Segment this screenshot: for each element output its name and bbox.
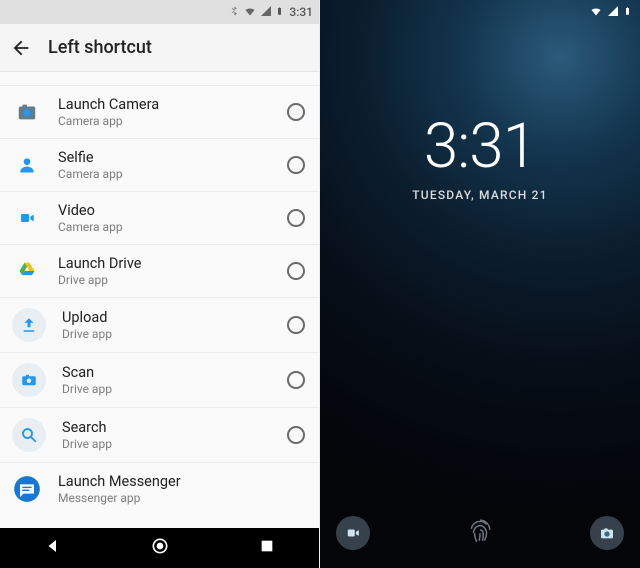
shortcut-list: Launch Camera Camera app Selfie Camera a… (0, 72, 319, 528)
signal-icon (607, 5, 619, 20)
item-title: Launch Camera (58, 96, 271, 113)
radio-button[interactable] (287, 316, 305, 334)
radio-button[interactable] (287, 156, 305, 174)
item-labels: Launch Drive Drive app (58, 255, 271, 287)
item-labels: Search Drive app (62, 419, 271, 451)
item-title: Selfie (58, 149, 271, 166)
item-title: Video (58, 202, 271, 219)
item-subtitle: Camera app (58, 114, 271, 128)
status-time: 3:31 (289, 5, 313, 19)
item-subtitle: Drive app (62, 437, 271, 451)
upload-icon (12, 308, 46, 342)
camera-icon (598, 525, 616, 541)
item-labels: Scan Drive app (62, 364, 271, 396)
scan-icon (12, 363, 46, 397)
radio-button[interactable] (287, 103, 305, 121)
nav-back-button[interactable] (44, 537, 62, 559)
videocam-icon (12, 203, 42, 233)
radio-button[interactable] (287, 426, 305, 444)
item-subtitle: Camera app (58, 167, 271, 181)
person-icon (12, 150, 42, 180)
item-labels: Launch Messenger Messenger app (58, 473, 271, 505)
list-item[interactable]: Search Drive app (0, 408, 319, 463)
battery-icon (275, 4, 284, 21)
wifi-icon (589, 5, 603, 20)
lock-screen[interactable]: 3:31 TUESDAY, MARCH 21 (320, 0, 640, 568)
settings-pane: 3:31 Left shortcut Launch Camera Camera … (0, 0, 320, 568)
messenger-icon (12, 474, 42, 504)
list-item[interactable]: Selfie Camera app (0, 139, 319, 192)
item-title: Launch Messenger (58, 473, 271, 490)
lock-bottom-row (320, 516, 640, 550)
item-subtitle: Drive app (62, 382, 271, 396)
item-labels: Upload Drive app (62, 309, 271, 341)
search-icon (12, 418, 46, 452)
item-subtitle: Messenger app (58, 491, 271, 505)
radio-button[interactable] (287, 262, 305, 280)
item-title: Scan (62, 364, 271, 381)
item-labels: Selfie Camera app (58, 149, 271, 181)
list-item[interactable] (0, 72, 319, 86)
nav-home-button[interactable] (150, 536, 170, 560)
item-labels: Launch Camera Camera app (58, 96, 271, 128)
item-subtitle: Camera app (58, 220, 271, 234)
lock-date: TUESDAY, MARCH 21 (320, 188, 640, 202)
left-shortcut-button[interactable] (336, 516, 370, 550)
right-shortcut-button[interactable] (590, 516, 624, 550)
item-title: Launch Drive (58, 255, 271, 272)
list-item[interactable]: Upload Drive app (0, 298, 319, 353)
radio-button[interactable] (287, 209, 305, 227)
status-bar (320, 0, 640, 24)
bluetooth-icon (229, 4, 240, 21)
list-item[interactable]: Scan Drive app (0, 353, 319, 408)
page-title: Left shortcut (48, 37, 152, 58)
list-item[interactable]: Launch Messenger Messenger app (0, 463, 319, 515)
arrow-back-icon (10, 37, 32, 59)
item-icon (12, 72, 42, 89)
nav-bar (0, 528, 319, 568)
drive-icon (12, 256, 42, 286)
wifi-icon (243, 5, 257, 20)
back-button[interactable] (10, 37, 32, 59)
videocam-icon (344, 526, 362, 540)
item-subtitle: Drive app (58, 273, 271, 287)
list-item[interactable]: Video Camera app (0, 192, 319, 245)
list-item[interactable]: Launch Drive Drive app (0, 245, 319, 298)
list-item[interactable]: Launch Camera Camera app (0, 86, 319, 139)
camera-icon (12, 97, 42, 127)
lock-clock: 3:31 (320, 116, 640, 178)
battery-icon (623, 4, 632, 21)
signal-icon (260, 5, 272, 20)
item-labels: Video Camera app (58, 202, 271, 234)
item-title: Search (62, 419, 271, 436)
item-subtitle: Drive app (62, 327, 271, 341)
status-bar: 3:31 (0, 0, 319, 24)
fingerprint-icon[interactable] (467, 518, 493, 548)
radio-button[interactable] (287, 371, 305, 389)
item-title: Upload (62, 309, 271, 326)
nav-recents-button[interactable] (259, 538, 275, 558)
app-bar: Left shortcut (0, 24, 319, 72)
